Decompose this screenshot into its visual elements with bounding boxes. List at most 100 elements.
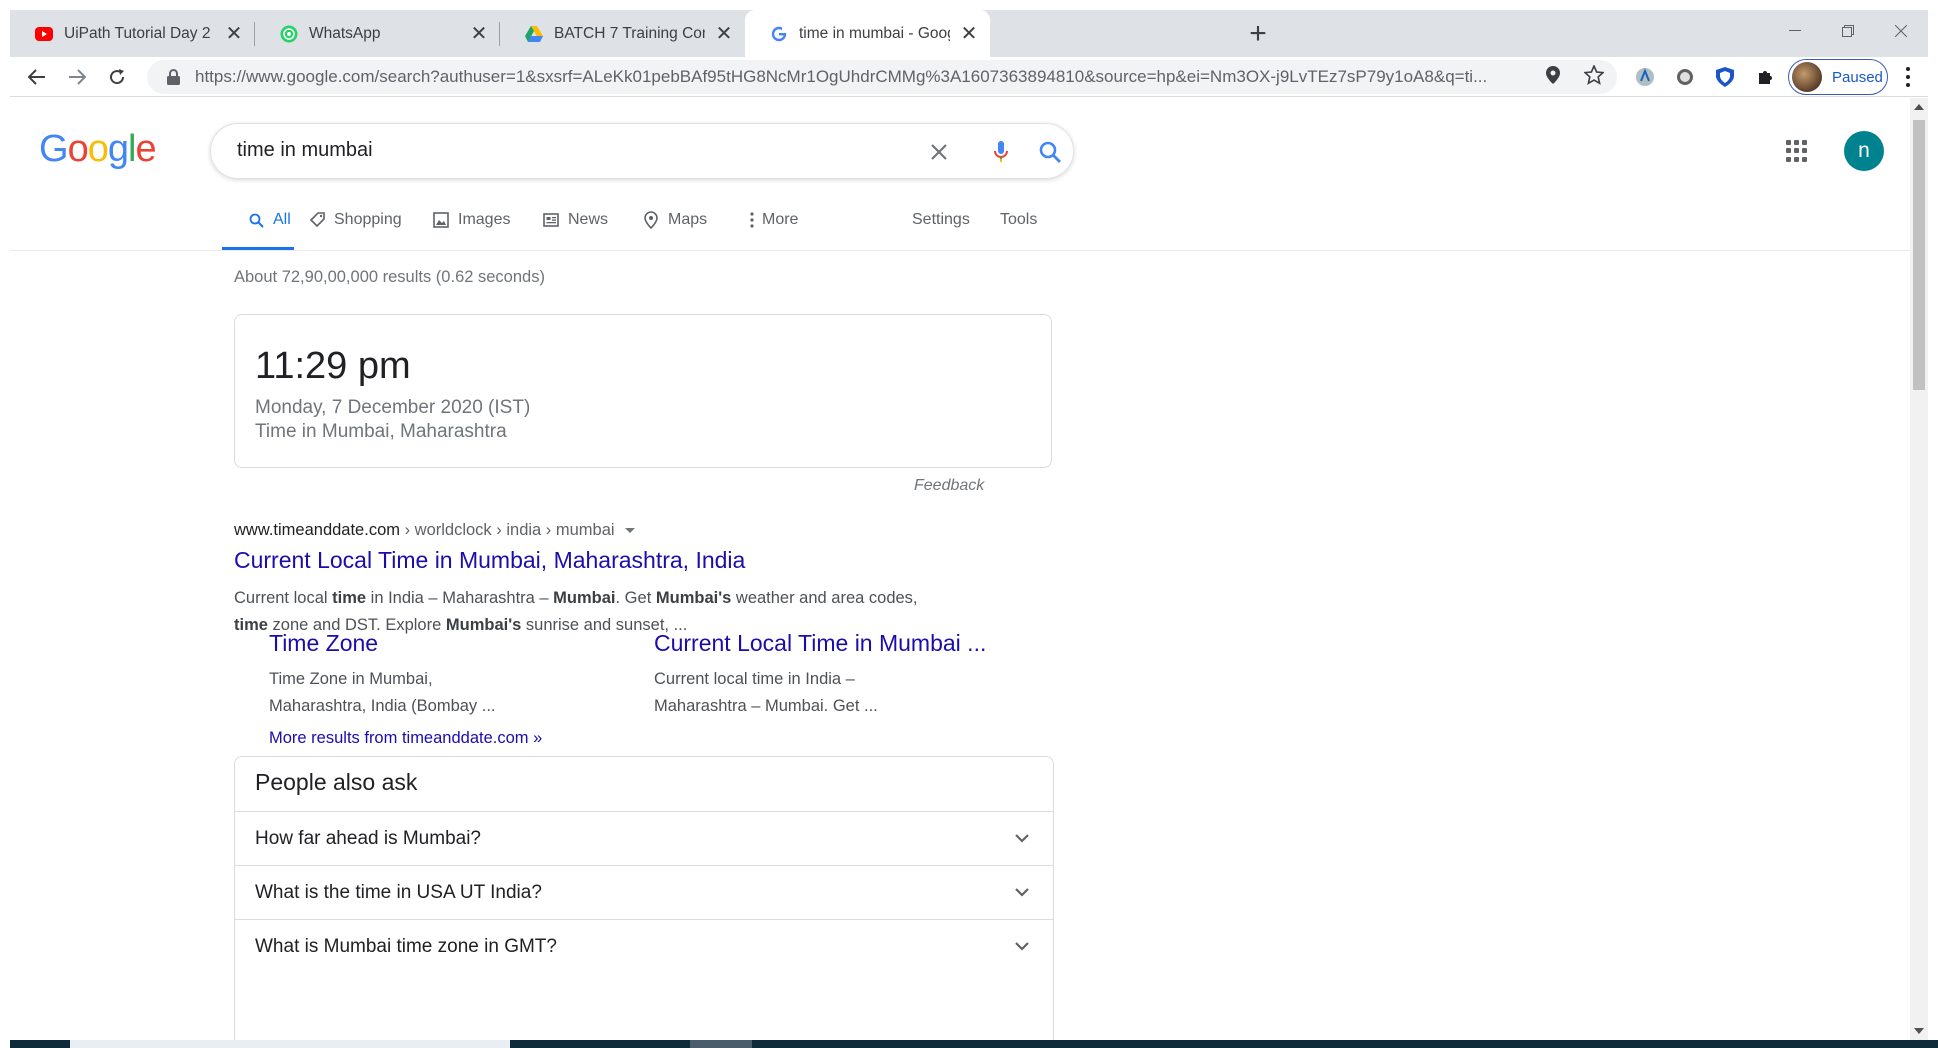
dropdown-caret-icon[interactable] [624,528,635,534]
bookmark-star-icon[interactable] [1584,65,1604,85]
paa-heading: People also ask [255,769,418,795]
tab-label: Images [458,211,511,228]
paa-question[interactable]: What is Mumbai time zone in GMT? [235,919,1053,973]
current-time: 11:29 pm [255,345,411,387]
close-tab-icon[interactable]: ✕ [468,23,490,45]
image-icon [432,211,450,229]
avatar [1792,62,1822,92]
tab-images[interactable]: Images [432,211,510,229]
voice-search-mic-icon[interactable] [987,138,1015,166]
new-tab-button[interactable]: + [1242,17,1274,50]
reload-icon[interactable] [102,62,132,92]
tab-google-search[interactable]: time in mumbai - Google Search ✕ [745,10,990,57]
youtube-icon [34,24,54,44]
chevron-down-icon[interactable] [1013,829,1031,847]
tab-shopping[interactable]: Shopping [308,211,402,229]
account-avatar[interactable]: n [1844,131,1884,171]
extension-icon[interactable] [1673,65,1697,89]
tab-uipath[interactable]: UiPath Tutorial Day 2 : Download ✕ [10,10,255,57]
os-taskbar [10,1040,1938,1048]
sitelink-description: Current local time in India – Maharashtr… [654,666,1014,720]
shield-icon[interactable] [1713,65,1737,89]
chevron-down-icon[interactable] [1013,883,1031,901]
google-logo[interactable]: Google [39,128,157,171]
scroll-down-arrow-icon[interactable] [1914,1028,1924,1034]
feedback-link[interactable]: Feedback [914,477,984,495]
close-tab-icon[interactable]: ✕ [713,23,735,45]
back-arrow-icon[interactable] [22,62,52,92]
tab-label: News [568,211,609,228]
tab-whatsapp[interactable]: WhatsApp ✕ [255,10,500,57]
clear-search-icon[interactable] [925,138,953,166]
search-results-page: Google time in mumbai n All Shopping Ima… [10,98,1910,1040]
people-also-ask: People also ask How far ahead is Mumbai?… [234,756,1054,1040]
result-url-breadcrumb[interactable]: www.timeanddate.com › worldclock › india… [234,521,635,540]
tag-icon [308,211,326,229]
result-title-link[interactable]: Current Local Time in Mumbai, Maharashtr… [234,547,745,574]
map-pin-icon [642,211,660,229]
tab-title: WhatsApp [309,24,381,42]
tab-label: More [762,211,799,228]
tools-link[interactable]: Tools [1000,211,1037,229]
close-tab-icon[interactable]: ✕ [223,23,245,45]
paa-question[interactable]: What is the time in USA UT India? [235,865,1053,919]
sitelink-title[interactable]: Time Zone [269,630,378,657]
tab-title: BATCH 7 Training Content - Goo [554,24,705,42]
close-tab-icon[interactable]: ✕ [958,23,980,45]
tab-maps[interactable]: Maps [642,211,707,229]
scrollbar-thumb[interactable] [1913,120,1925,390]
profile-button[interactable]: Paused [1788,59,1888,95]
taskbar-app[interactable] [690,1040,752,1048]
tab-drive[interactable]: BATCH 7 Training Content - Goo ✕ [500,10,745,57]
google-drive-icon [524,24,544,44]
more-results-link[interactable]: More results from timeanddate.com » [269,729,542,748]
time-location: Time in Mumbai, Maharashtra [255,421,507,442]
snippet-text: . Get [615,589,656,607]
page-scrollbar[interactable] [1910,98,1928,1040]
scroll-up-arrow-icon[interactable] [1914,104,1924,110]
result-domain: www.timeanddate.com [234,521,400,539]
sitelink-title[interactable]: Current Local Time in Mumbai ... [654,630,986,657]
forward-arrow-icon[interactable] [62,62,92,92]
taskbar-search[interactable] [70,1040,510,1048]
tab-label: All [273,211,291,228]
tab-all[interactable]: All [247,211,291,229]
tab-label: Maps [668,211,708,228]
sitelink-line: Time Zone in Mumbai, [269,670,433,688]
tab-more[interactable]: More [748,211,798,229]
profile-status: Paused [1832,68,1883,86]
time-answer-card: 11:29 pm Monday, 7 December 2020 (IST) T… [234,314,1052,468]
address-bar[interactable]: https://www.google.com/search?authuser=1… [147,60,1617,94]
restore-icon[interactable] [1823,16,1873,46]
paa-question[interactable]: How far ahead is Mumbai? [235,811,1053,865]
snippet-text: weather and area codes, [731,589,918,607]
logo-letter: l [127,128,137,170]
chrome-menu-icon[interactable] [1898,65,1918,89]
google-icon [769,24,789,44]
newspaper-icon [542,211,560,229]
tab-news[interactable]: News [542,211,608,229]
whatsapp-icon [279,24,299,44]
location-pin-icon[interactable] [1543,65,1563,85]
settings-link[interactable]: Settings [912,211,970,229]
search-input[interactable]: time in mumbai [237,139,373,162]
tab-title: time in mumbai - Google Search [799,24,950,42]
url-text: https://www.google.com/search?authuser=1… [195,67,1488,86]
google-apps-icon[interactable] [1786,140,1808,162]
search-icon[interactable] [1036,138,1064,166]
sitelink-line: Maharashtra – Mumbai. Get ... [654,697,878,715]
extension-icon[interactable] [1633,65,1657,89]
result-stats: About 72,90,00,000 results (0.62 seconds… [234,268,545,286]
minimize-icon[interactable] [1770,16,1820,46]
sitelink-line: Current local time in India – [654,670,855,688]
lock-icon[interactable] [167,69,181,85]
paa-question-text: How far ahead is Mumbai? [255,828,481,849]
puzzle-extensions-icon[interactable] [1754,65,1778,89]
snippet-highlight: Mumbai [553,589,616,607]
search-box[interactable]: time in mumbai [210,123,1074,179]
chevron-down-icon[interactable] [1013,937,1031,955]
paa-question-text: What is the time in USA UT India? [255,882,542,903]
close-window-icon[interactable] [1876,16,1926,46]
current-date: Monday, 7 December 2020 (IST) [255,397,531,418]
paa-question-text: What is Mumbai time zone in GMT? [255,936,557,957]
